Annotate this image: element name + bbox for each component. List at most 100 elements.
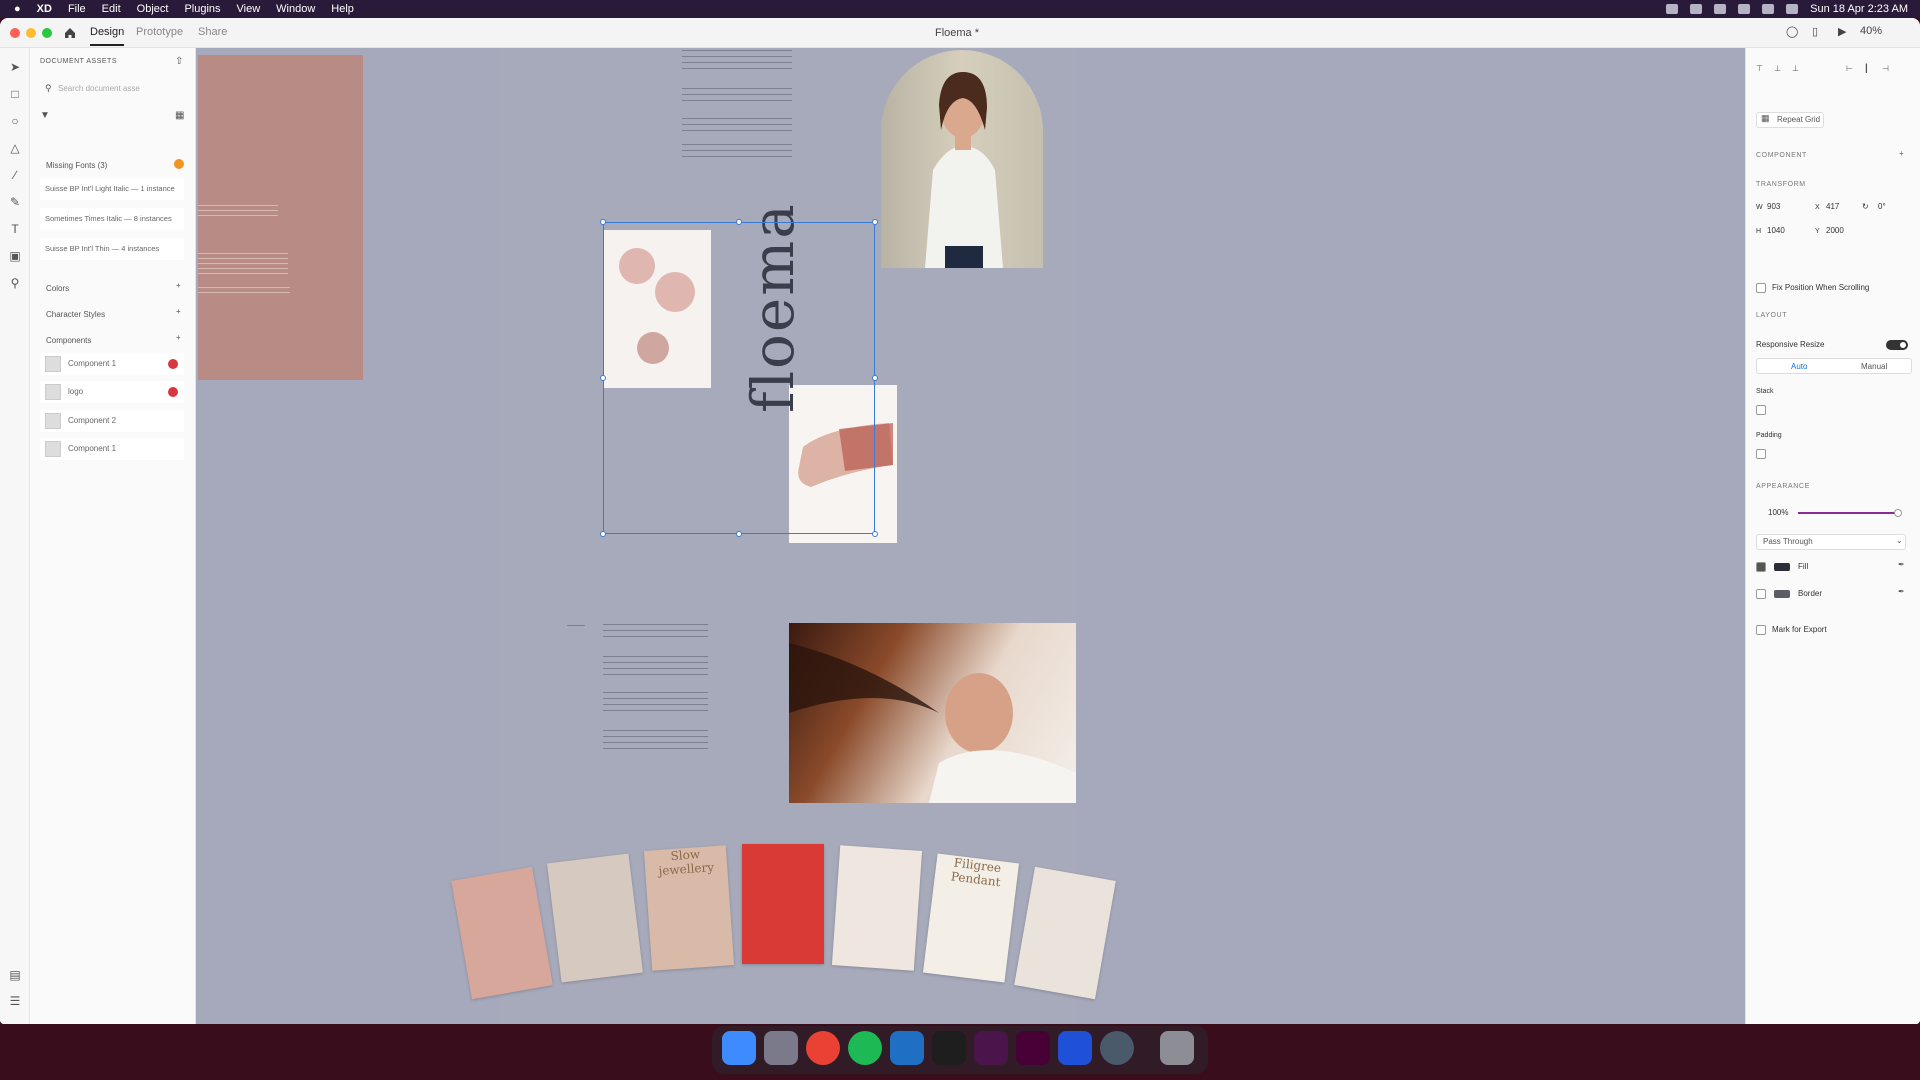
- portrait-photo[interactable]: [881, 50, 1043, 268]
- component-item[interactable]: logo: [40, 381, 184, 403]
- trash-icon[interactable]: [1160, 1031, 1194, 1065]
- battery-icon[interactable]: [1714, 4, 1727, 14]
- menu-file[interactable]: File: [68, 3, 86, 15]
- layers-icon[interactable]: ☰: [8, 994, 22, 1008]
- resize-handle[interactable]: [872, 219, 878, 225]
- width-input[interactable]: 903: [1767, 202, 1780, 211]
- add-character-style-icon[interactable]: +: [176, 307, 181, 316]
- align-right-icon[interactable]: ⊣: [1882, 64, 1889, 73]
- resize-handle[interactable]: [600, 531, 606, 537]
- apple-menu-icon[interactable]: ●: [14, 3, 21, 15]
- launchpad-icon[interactable]: [764, 1031, 798, 1065]
- chrome-icon[interactable]: [806, 1031, 840, 1065]
- menu-help[interactable]: Help: [331, 3, 354, 15]
- opacity-slider-knob[interactable]: [1894, 509, 1902, 517]
- auto-option[interactable]: Auto: [1791, 362, 1807, 371]
- align-middle-icon[interactable]: ⊥: [1774, 64, 1781, 73]
- app-menu[interactable]: XD: [37, 3, 52, 15]
- artboard-pink[interactable]: [198, 55, 363, 380]
- pen-tool-icon[interactable]: ✎: [8, 195, 22, 209]
- hair-photo[interactable]: [789, 623, 1076, 803]
- resize-handle[interactable]: [872, 531, 878, 537]
- component-item[interactable]: Component 1: [40, 438, 184, 460]
- zoom-window-button[interactable]: [42, 28, 52, 38]
- home-icon[interactable]: [63, 26, 77, 40]
- finder-icon[interactable]: [722, 1031, 756, 1065]
- poster-card[interactable]: [546, 853, 644, 983]
- resize-handle[interactable]: [600, 375, 606, 381]
- missing-font-item[interactable]: Suisse BP Int'l Light Italic — 1 instanc…: [40, 178, 184, 200]
- minimize-window-button[interactable]: [26, 28, 36, 38]
- padding-checkbox[interactable]: [1756, 449, 1766, 459]
- filter-icon[interactable]: ▼: [40, 110, 50, 121]
- tab-prototype[interactable]: Prototype: [136, 26, 183, 38]
- poster-card[interactable]: [831, 845, 923, 971]
- select-tool-icon[interactable]: ➤: [8, 60, 22, 74]
- component-item[interactable]: Component 2: [40, 410, 184, 432]
- text-tool-icon[interactable]: T: [8, 222, 22, 236]
- maps-pin-icon[interactable]: [1058, 1031, 1092, 1065]
- mark-export-checkbox[interactable]: [1756, 625, 1766, 635]
- ellipse-tool-icon[interactable]: ○: [8, 114, 22, 128]
- close-window-button[interactable]: [10, 28, 20, 38]
- resize-handle[interactable]: [872, 375, 878, 381]
- device-preview-icon[interactable]: ▯: [1812, 25, 1818, 38]
- assets-icon[interactable]: ▤: [8, 968, 22, 982]
- resize-handle[interactable]: [600, 219, 606, 225]
- tab-design[interactable]: Design: [90, 26, 125, 46]
- border-checkbox[interactable]: [1756, 589, 1766, 599]
- menu-window[interactable]: Window: [276, 3, 315, 15]
- assets-header[interactable]: DOCUMENT ASSETS: [40, 58, 117, 65]
- export-icon[interactable]: ⇧: [175, 56, 183, 67]
- character-styles-section[interactable]: Character Styles: [46, 310, 105, 319]
- eyedropper-icon[interactable]: ✒: [1898, 587, 1905, 596]
- opacity-slider[interactable]: [1798, 512, 1898, 514]
- adobe-xd-icon[interactable]: [1016, 1031, 1050, 1065]
- fill-checkbox[interactable]: [1756, 562, 1766, 572]
- opacity-value[interactable]: 100%: [1768, 508, 1788, 517]
- record-icon[interactable]: [1666, 4, 1679, 14]
- plugins-icon[interactable]: ■: [8, 1020, 22, 1024]
- missing-font-item[interactable]: Sometimes Times Italic — 8 instances: [40, 208, 184, 230]
- height-input[interactable]: 1040: [1767, 226, 1785, 235]
- blend-mode-select[interactable]: Pass Through: [1756, 534, 1906, 550]
- spotify-icon[interactable]: [848, 1031, 882, 1065]
- add-color-icon[interactable]: +: [176, 281, 181, 290]
- missing-font-item[interactable]: Suisse BP Int'l Thin — 4 instances: [40, 238, 184, 260]
- wifi-icon[interactable]: [1738, 4, 1751, 14]
- eyedropper-icon[interactable]: ✒: [1898, 560, 1905, 569]
- resize-handle[interactable]: [736, 219, 742, 225]
- rotation-input[interactable]: 0°: [1878, 202, 1886, 211]
- search-icon[interactable]: [1762, 4, 1775, 14]
- poster-card[interactable]: [742, 844, 824, 964]
- slack-icon[interactable]: [974, 1031, 1008, 1065]
- component-item[interactable]: Component 1: [40, 353, 184, 375]
- components-section[interactable]: Components: [46, 336, 91, 345]
- poster-card[interactable]: Slow jewellery: [643, 845, 735, 971]
- grid-view-icon[interactable]: ▦: [175, 110, 184, 121]
- add-component-icon[interactable]: +: [176, 333, 181, 342]
- line-tool-icon[interactable]: ∕: [8, 168, 22, 182]
- manual-option[interactable]: Manual: [1861, 362, 1887, 371]
- design-canvas[interactable]: floema Slow jewellery Filigree Pendant: [196, 48, 1745, 1024]
- responsive-resize-toggle[interactable]: [1886, 340, 1908, 350]
- cloud-icon[interactable]: [1690, 4, 1703, 14]
- polygon-tool-icon[interactable]: △: [8, 141, 22, 155]
- artboard-tool-icon[interactable]: ▣: [8, 249, 22, 263]
- vscode-icon[interactable]: [890, 1031, 924, 1065]
- quicktime-icon[interactable]: [1100, 1031, 1134, 1065]
- add-component-icon[interactable]: +: [1899, 149, 1904, 158]
- menu-object[interactable]: Object: [137, 3, 169, 15]
- rectangle-tool-icon[interactable]: □: [8, 87, 22, 101]
- selection-box[interactable]: [603, 222, 875, 534]
- play-icon[interactable]: ▶: [1838, 25, 1846, 38]
- menu-edit[interactable]: Edit: [102, 3, 121, 15]
- menu-view[interactable]: View: [237, 3, 261, 15]
- control-center-icon[interactable]: [1786, 4, 1799, 14]
- poster-card[interactable]: Filigree Pendant: [922, 853, 1020, 983]
- x-input[interactable]: 417: [1826, 202, 1839, 211]
- align-center-icon[interactable]: ┃: [1864, 64, 1869, 73]
- terminal-icon[interactable]: [932, 1031, 966, 1065]
- fill-swatch[interactable]: [1774, 563, 1790, 571]
- align-bottom-icon[interactable]: ⊥: [1792, 64, 1799, 73]
